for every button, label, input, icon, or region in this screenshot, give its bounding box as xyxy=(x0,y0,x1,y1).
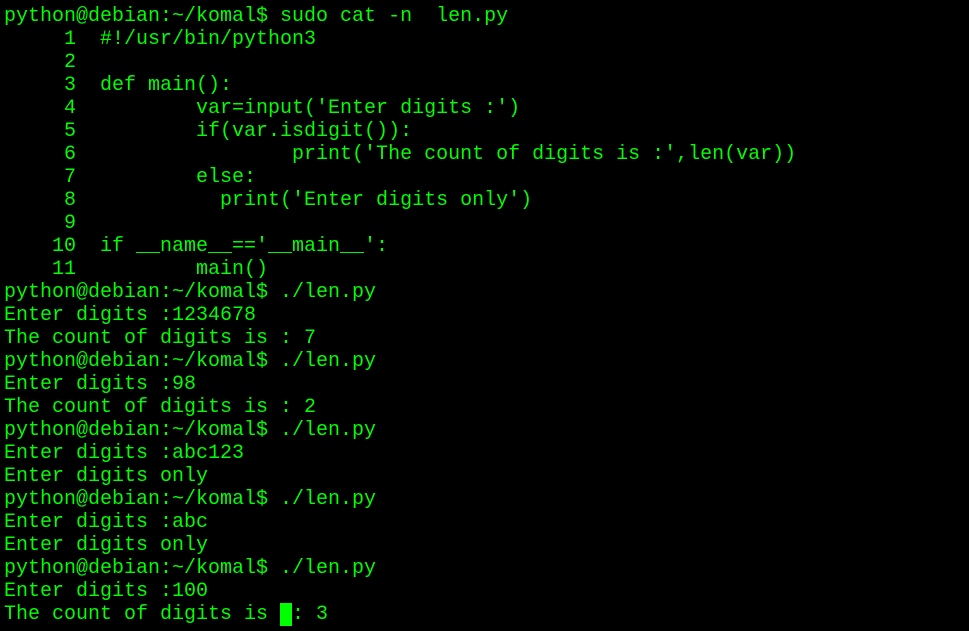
last-line-text: The count of digits is xyxy=(4,603,281,626)
terminal-line: python@debian:~/komal$ ./len.py xyxy=(4,419,377,442)
last-line-tail: : 3 xyxy=(292,603,329,626)
terminal-line: Enter digits only xyxy=(4,534,209,557)
text-cursor xyxy=(280,603,293,626)
terminal-line: Enter digits :98 xyxy=(4,373,197,396)
terminal-window[interactable]: python@debian:~/komal$ sudo cat -n len.p… xyxy=(0,0,969,631)
terminal-line: 8 print('Enter digits only') xyxy=(4,189,533,212)
terminal-line: python@debian:~/komal$ ./len.py xyxy=(4,281,377,304)
terminal-line: python@debian:~/komal$ sudo cat -n len.p… xyxy=(4,5,509,28)
terminal-line: python@debian:~/komal$ ./len.py xyxy=(4,488,377,511)
terminal-line: 5 if(var.isdigit()): xyxy=(4,120,413,143)
terminal-line: 4 var=input('Enter digits :') xyxy=(4,97,521,120)
terminal-line: 2 xyxy=(4,51,77,74)
terminal-last-line: The count of digits is : 3 xyxy=(4,603,969,626)
terminal-line: python@debian:~/komal$ ./len.py xyxy=(4,350,377,373)
terminal-line: The count of digits is : 2 xyxy=(4,396,317,419)
terminal-line: 11 main() xyxy=(4,258,269,281)
terminal-line: 7 else: xyxy=(4,166,257,189)
terminal-line: 6 print('The count of digits is :',len(v… xyxy=(4,143,797,166)
terminal-line: The count of digits is : 7 xyxy=(4,327,317,350)
terminal-line: 3 def main(): xyxy=(4,74,233,97)
terminal-line: Enter digits :100 xyxy=(4,580,209,603)
terminal-line: 1 #!/usr/bin/python3 xyxy=(4,28,317,51)
terminal-line: Enter digits :1234678 xyxy=(4,304,257,327)
terminal-line: python@debian:~/komal$ ./len.py xyxy=(4,557,377,580)
terminal-output: python@debian:~/komal$ sudo cat -n len.p… xyxy=(4,5,969,603)
terminal-line: 9 xyxy=(4,212,77,235)
terminal-line: Enter digits :abc123 xyxy=(4,442,245,465)
terminal-line: Enter digits :abc xyxy=(4,511,209,534)
terminal-line: 10 if __name__=='__main__': xyxy=(4,235,389,258)
terminal-line: Enter digits only xyxy=(4,465,209,488)
